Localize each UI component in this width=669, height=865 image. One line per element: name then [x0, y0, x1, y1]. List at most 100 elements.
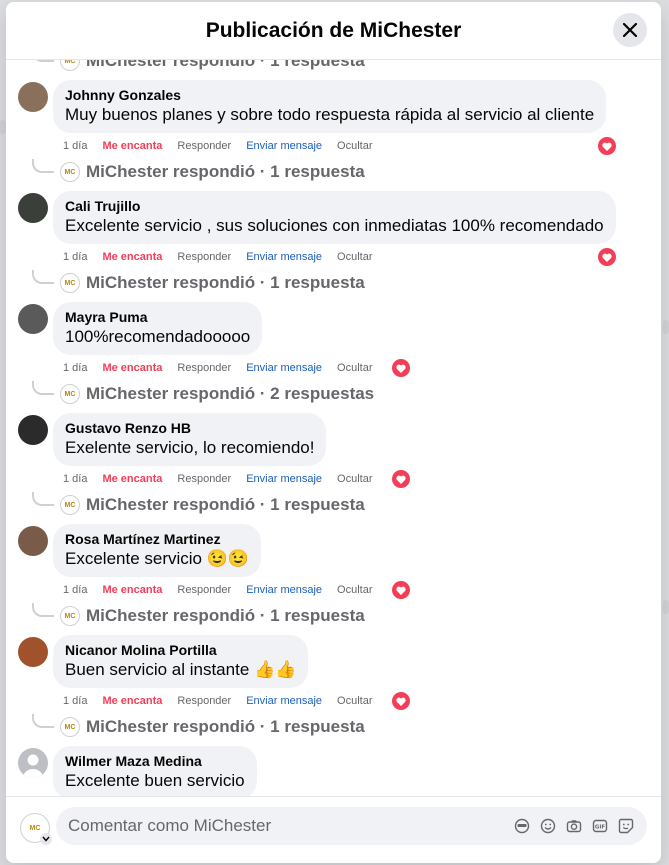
comment-author[interactable]: Nicanor Molina Portilla: [65, 641, 296, 659]
comment-bubble: Nicanor Molina Portilla Buen servicio al…: [53, 635, 309, 688]
replies-toggle[interactable]: MC MiChester respondió · 1 respuesta: [6, 714, 661, 740]
comment-time[interactable]: 1 día: [63, 140, 87, 152]
send-message-link[interactable]: Enviar mensaje: [246, 473, 322, 485]
avatar[interactable]: [18, 193, 48, 223]
replies-toggle[interactable]: MC MiChester respondió · 1 respuesta: [6, 270, 661, 296]
comment-time[interactable]: 1 día: [63, 584, 87, 596]
comment-bubble: Mayra Puma 100%recomendadooooo: [53, 302, 263, 355]
comment-composer: MC Comentar como MiChester GIF: [6, 796, 661, 863]
comment: Cali Trujillo Excelente servicio , sus s…: [6, 191, 661, 244]
comment-author[interactable]: Gustavo Renzo HB: [65, 419, 314, 437]
reply-button[interactable]: Responder: [177, 584, 231, 596]
love-button[interactable]: Me encanta: [102, 362, 162, 374]
comment-time[interactable]: 1 día: [63, 695, 87, 707]
post-modal: Publicación de MiChester MC MiChester re…: [6, 2, 661, 863]
replies-toggle[interactable]: MC MiChester respondió · 1 respuesta: [6, 492, 661, 518]
replies-toggle[interactable]: MC MiChester respondió · 1 respuesta: [6, 60, 661, 74]
close-icon: [623, 23, 637, 37]
michester-avatar: MC: [60, 384, 80, 404]
camera-icon[interactable]: [565, 817, 583, 835]
thread-connector: [32, 381, 54, 395]
reply-button[interactable]: Responder: [177, 473, 231, 485]
modal-title: Publicación de MiChester: [205, 18, 462, 42]
send-message-link[interactable]: Enviar mensaje: [246, 695, 322, 707]
replies-link[interactable]: MiChester respondió · 1 respuesta: [86, 606, 365, 626]
comment-input[interactable]: Comentar como MiChester GIF: [56, 807, 647, 845]
thread-connector: [32, 270, 54, 284]
avatar-sticker-icon[interactable]: [513, 817, 531, 835]
send-message-link[interactable]: Enviar mensaje: [246, 251, 322, 263]
comments-list[interactable]: MC MiChester respondió · 1 respuesta Joh…: [6, 60, 661, 796]
comment-time[interactable]: 1 día: [63, 251, 87, 263]
replies-link[interactable]: MiChester respondió · 1 respuesta: [86, 495, 365, 515]
love-button[interactable]: Me encanta: [102, 251, 162, 263]
comment-time[interactable]: 1 día: [63, 362, 87, 374]
emoji-icon[interactable]: [539, 817, 557, 835]
comment-author[interactable]: Cali Trujillo: [65, 197, 604, 215]
hide-button[interactable]: Ocultar: [337, 473, 372, 485]
heart-reaction-icon[interactable]: [392, 359, 410, 377]
avatar[interactable]: [18, 637, 48, 667]
hide-button[interactable]: Ocultar: [337, 251, 372, 263]
send-message-link[interactable]: Enviar mensaje: [246, 584, 322, 596]
send-message-link[interactable]: Enviar mensaje: [246, 140, 322, 152]
replies-link[interactable]: MiChester respondió · 1 respuesta: [86, 162, 365, 182]
heart-reaction-icon[interactable]: [392, 692, 410, 710]
comment-input-placeholder: Comentar como MiChester: [68, 816, 272, 835]
chevron-down-icon[interactable]: [40, 833, 52, 845]
love-button[interactable]: Me encanta: [102, 584, 162, 596]
sticker-icon[interactable]: [617, 817, 635, 835]
michester-avatar: MC: [60, 162, 80, 182]
comment-author[interactable]: Mayra Puma: [65, 308, 250, 326]
default-avatar-icon[interactable]: [18, 748, 48, 778]
comment-text: Excelente buen servicio: [65, 771, 245, 790]
gif-icon[interactable]: GIF: [591, 817, 609, 835]
comment-actions: 1 día Me encanta Responder Enviar mensaj…: [6, 688, 661, 714]
comment-actions: 1 día Me encanta Responder Enviar mensaj…: [6, 466, 661, 492]
comment-author[interactable]: Johnny Gonzales: [65, 86, 594, 104]
comment-text: Buen servicio al instante 👍👍: [65, 660, 297, 679]
reply-button[interactable]: Responder: [177, 251, 231, 263]
love-button[interactable]: Me encanta: [102, 695, 162, 707]
michester-avatar: MC: [60, 60, 80, 71]
replies-link[interactable]: MiChester respondió · 2 respuestas: [86, 384, 374, 404]
heart-reaction-icon[interactable]: [392, 581, 410, 599]
comment-author[interactable]: Wilmer Maza Medina: [65, 752, 245, 770]
avatar[interactable]: [18, 415, 48, 445]
reply-button[interactable]: Responder: [177, 695, 231, 707]
hide-button[interactable]: Ocultar: [337, 695, 372, 707]
close-button[interactable]: [613, 13, 647, 47]
avatar[interactable]: [18, 526, 48, 556]
backdrop-fragment: [663, 320, 669, 334]
avatar[interactable]: [18, 304, 48, 334]
avatar[interactable]: [18, 82, 48, 112]
replies-link[interactable]: MiChester respondió · 1 respuesta: [86, 273, 365, 293]
thread-connector: [32, 159, 54, 173]
replies-toggle[interactable]: MC MiChester respondió · 2 respuestas: [6, 381, 661, 407]
heart-reaction-icon[interactable]: [392, 470, 410, 488]
thread-connector: [32, 60, 54, 62]
reply-button[interactable]: Responder: [177, 362, 231, 374]
replies-link[interactable]: MiChester respondió · 1 respuesta: [86, 717, 365, 737]
love-button[interactable]: Me encanta: [102, 140, 162, 152]
replies-toggle[interactable]: MC MiChester respondió · 1 respuesta: [6, 603, 661, 629]
svg-text:GIF: GIF: [595, 825, 606, 831]
hide-button[interactable]: Ocultar: [337, 362, 372, 374]
comment-text: 100%recomendadooooo: [65, 327, 251, 346]
heart-reaction-icon[interactable]: [598, 137, 616, 155]
replies-toggle[interactable]: MC MiChester respondió · 1 respuesta: [6, 159, 661, 185]
comment-bubble: Gustavo Renzo HB Exelente servicio, lo r…: [53, 413, 327, 466]
heart-reaction-icon[interactable]: [598, 248, 616, 266]
comment-author[interactable]: Rosa Martínez Martinez: [65, 530, 249, 548]
hide-button[interactable]: Ocultar: [337, 584, 372, 596]
comment-text: Exelente servicio, lo recomiendo!: [65, 438, 315, 457]
love-button[interactable]: Me encanta: [102, 473, 162, 485]
replies-link[interactable]: MiChester respondió · 1 respuesta: [86, 60, 365, 71]
comment-text: Excelente servicio 😉😉: [65, 549, 250, 568]
hide-button[interactable]: Ocultar: [337, 140, 372, 152]
comment-text: Muy buenos planes y sobre todo respuesta…: [65, 105, 595, 124]
thread-connector: [32, 492, 54, 506]
comment-time[interactable]: 1 día: [63, 473, 87, 485]
send-message-link[interactable]: Enviar mensaje: [246, 362, 322, 374]
reply-button[interactable]: Responder: [177, 140, 231, 152]
